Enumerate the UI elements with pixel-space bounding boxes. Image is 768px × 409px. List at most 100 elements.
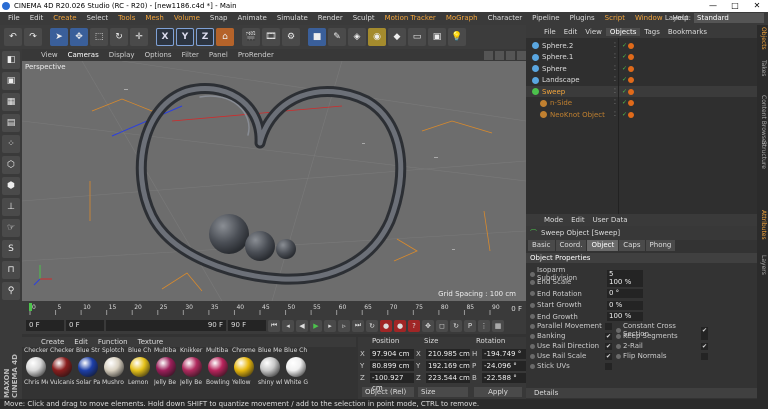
animate-dot[interactable] xyxy=(616,343,621,349)
attr-tab-object[interactable]: Object xyxy=(587,240,619,251)
start-frame-field[interactable]: 0 F xyxy=(66,320,104,331)
object-menu-bookmarks[interactable]: Bookmarks xyxy=(664,28,711,36)
material-swatch[interactable]: Splotch Mushro xyxy=(102,347,126,399)
attr-checkbox[interactable]: ✔ xyxy=(605,332,612,340)
material-tag-icon[interactable] xyxy=(628,54,634,60)
menu-select[interactable]: Select xyxy=(82,12,114,25)
polygons-mode-icon[interactable]: ⬢ xyxy=(2,177,20,195)
close-button[interactable]: ✕ xyxy=(746,0,768,12)
attr-menu-mode[interactable]: Mode xyxy=(540,216,567,224)
render-view-icon[interactable]: 🎬 xyxy=(242,28,260,46)
attr-checkbox[interactable] xyxy=(701,332,708,340)
editor-visibility-dot[interactable]: ⁚ xyxy=(614,42,620,49)
menu-mesh[interactable]: Mesh xyxy=(140,12,168,25)
object-menu-edit[interactable]: Edit xyxy=(560,28,582,36)
material-swatch[interactable]: Checker Chris Me xyxy=(24,347,48,399)
record-active-icon[interactable]: ● xyxy=(380,319,392,332)
menu-motion-tracker[interactable]: Motion Tracker xyxy=(380,12,441,25)
object-name[interactable]: Sphere.2 xyxy=(542,42,573,50)
toggle-view-icon[interactable] xyxy=(517,50,526,60)
material-preview[interactable] xyxy=(52,357,72,377)
animate-dot[interactable] xyxy=(530,302,535,308)
z-axis-toggle[interactable]: Z xyxy=(196,28,214,46)
material-swatch[interactable]: Blue Ch Lemon xyxy=(128,347,152,399)
rotation-field[interactable]: -24.096 ° xyxy=(482,361,526,371)
menu-window[interactable]: Window xyxy=(630,12,668,25)
render-picture-viewer-icon[interactable]: 🎞 xyxy=(262,28,280,46)
workplane-icon[interactable]: ▤ xyxy=(2,114,20,132)
material-preview[interactable] xyxy=(104,357,124,377)
x-axis-toggle[interactable]: X xyxy=(156,28,174,46)
generator-icon[interactable]: ◉ xyxy=(368,28,386,46)
next-frame-icon[interactable]: ▸ xyxy=(324,319,336,332)
material-preview[interactable] xyxy=(234,357,254,377)
layout-select[interactable]: Standard xyxy=(694,13,764,23)
side-tab-objects[interactable]: Objects xyxy=(758,27,767,50)
size-mode-select[interactable]: Size xyxy=(418,387,468,397)
timeline-ruler[interactable]: 0 5 10 15 20 25 30 35 40 45 50 55 60 65 70 75 80 85 90 0 F xyxy=(22,301,526,317)
material-tag-icon[interactable] xyxy=(628,88,634,95)
menu-edit[interactable]: Edit xyxy=(25,12,49,25)
maximize-button[interactable]: □ xyxy=(724,0,746,12)
subdivision-icon[interactable]: ◈ xyxy=(348,28,366,46)
animate-dot[interactable] xyxy=(530,343,535,349)
camera-icon[interactable]: ▣ xyxy=(428,28,446,46)
editor-visibility-dot[interactable]: ⁚ xyxy=(614,111,620,118)
end-frame-field[interactable]: 90 F xyxy=(228,320,266,331)
attr-tab-phong[interactable]: Phong xyxy=(645,240,676,251)
material-swatch[interactable]: Multiba Bowling xyxy=(206,347,230,399)
animate-dot[interactable] xyxy=(530,353,535,359)
material-menu-create[interactable]: Create xyxy=(36,338,69,346)
key-rotation-icon[interactable]: ↻ xyxy=(450,319,462,332)
light-icon[interactable]: 💡 xyxy=(448,28,466,46)
object-menu-view[interactable]: View xyxy=(581,28,606,36)
rotation-field[interactable]: -194.749 ° xyxy=(482,349,526,359)
redo-icon[interactable]: ↷ xyxy=(24,28,42,46)
position-field[interactable]: 80.899 cm xyxy=(370,361,414,371)
viewport-menu-filter[interactable]: Filter xyxy=(177,51,204,59)
pan-icon[interactable] xyxy=(484,50,493,60)
menu-file[interactable]: File xyxy=(3,12,25,25)
object-name[interactable]: n-Side xyxy=(550,99,572,107)
tweak-mode-icon[interactable]: ☞ xyxy=(2,219,20,237)
viewport-menu-view[interactable]: View xyxy=(36,51,63,59)
attr-tab-caps[interactable]: Caps xyxy=(619,240,645,251)
preview-range-slider[interactable]: 90 F xyxy=(106,320,226,331)
object-name[interactable]: Landscape xyxy=(542,76,580,84)
material-preview[interactable] xyxy=(26,357,46,377)
material-tag-icon[interactable] xyxy=(628,65,634,72)
object-visibility[interactable]: ⁚ ✓ xyxy=(614,77,628,83)
object-visibility[interactable]: ⁚ ✓ xyxy=(614,111,628,118)
recent-tool-icon[interactable]: ✛ xyxy=(130,28,148,46)
material-swatch[interactable]: Blue Str Solar Pa xyxy=(76,347,100,399)
model-mode-icon[interactable]: ▣ xyxy=(2,72,20,90)
material-menu-edit[interactable]: Edit xyxy=(69,338,93,346)
edges-mode-icon[interactable]: ⬡ xyxy=(2,156,20,174)
side-tab-structure[interactable]: Structure xyxy=(758,141,767,169)
object-row-neoknot-object[interactable]: NeoKnot Object ⁚ ✓ xyxy=(526,109,757,120)
menu-animate[interactable]: Animate xyxy=(233,12,272,25)
render-settings-icon[interactable]: ⚙ xyxy=(282,28,300,46)
menu-simulate[interactable]: Simulate xyxy=(272,12,313,25)
material-preview[interactable] xyxy=(260,357,280,377)
object-visibility[interactable]: ⁚ ✓ xyxy=(614,88,628,95)
attr-tab-coord[interactable]: Coord. xyxy=(555,240,587,251)
attr-field-value[interactable]: 100 % xyxy=(607,277,643,287)
object-row-sphere[interactable]: Sphere ⁚ ✓ xyxy=(526,63,757,74)
next-key-icon[interactable]: ▹ xyxy=(338,319,350,332)
animate-dot[interactable] xyxy=(530,271,535,277)
key-parameter-icon[interactable]: P xyxy=(464,319,476,332)
attr-field-value[interactable]: 100 % xyxy=(607,312,643,321)
object-visibility[interactable]: ⁚ ✓ xyxy=(614,54,628,60)
material-swatch[interactable]: Blue Me shiny wl xyxy=(258,347,282,399)
animate-dot[interactable] xyxy=(530,363,535,369)
animate-dot[interactable] xyxy=(616,353,621,359)
material-swatch[interactable]: Knikker Jelly Be xyxy=(180,347,204,399)
material-swatch[interactable]: Chrome Yellow xyxy=(232,347,256,399)
prev-frame-icon[interactable]: ◀ xyxy=(296,319,308,332)
side-tab-layers[interactable]: Layers xyxy=(758,255,767,275)
attr-checkbox[interactable] xyxy=(605,362,612,370)
object-row-n-side[interactable]: n-Side ⁚ ✓ xyxy=(526,98,757,109)
attr-checkbox[interactable]: ✔ xyxy=(701,342,708,350)
menu-volume[interactable]: Volume xyxy=(169,12,205,25)
